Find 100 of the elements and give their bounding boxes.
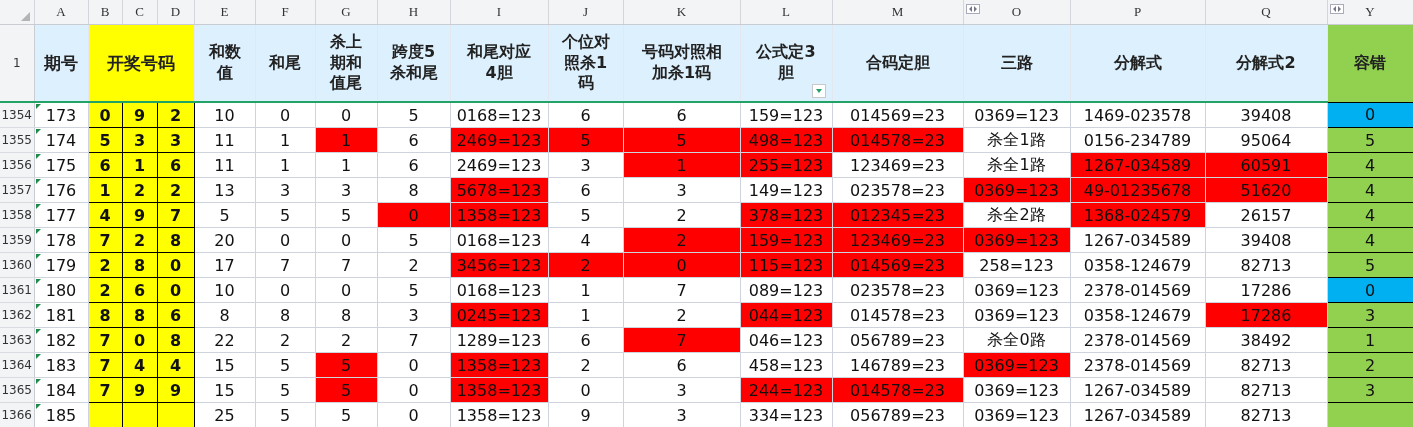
- column-header[interactable]: A: [56, 4, 66, 19]
- column-header[interactable]: J: [582, 4, 589, 19]
- table-cell: 1: [315, 152, 377, 178]
- column-title: 跨度5杀和尾: [389, 42, 438, 84]
- table-cell: 6: [377, 152, 450, 178]
- table-cell: 179: [34, 252, 88, 278]
- column-header[interactable]: O: [1011, 4, 1022, 19]
- column-header[interactable]: M: [891, 4, 904, 19]
- table-cell: 5: [194, 202, 255, 228]
- column-header[interactable]: P: [1133, 4, 1142, 19]
- table-cell: 0: [1327, 102, 1413, 128]
- table-cell: 2: [1327, 352, 1413, 378]
- row-header[interactable]: 1361: [0, 277, 34, 303]
- table-cell: 7: [377, 327, 450, 353]
- table-cell: 3: [1327, 377, 1413, 403]
- row-header[interactable]: 1354: [0, 102, 34, 128]
- column-header[interactable]: H: [408, 4, 419, 19]
- table-cell: 2378-014569: [1070, 352, 1205, 378]
- error-indicator-icon: [35, 129, 41, 134]
- row-header[interactable]: 1363: [0, 327, 34, 353]
- column-header[interactable]: D: [170, 4, 181, 19]
- row-header[interactable]: 1365: [0, 377, 34, 403]
- table-cell: 2: [548, 352, 623, 378]
- column-title: 公式定3胆: [755, 42, 817, 84]
- row-header[interactable]: 1359: [0, 227, 34, 253]
- table-cell: 8: [194, 302, 255, 328]
- table-cell: 174: [34, 127, 88, 153]
- table-cell: 2378-014569: [1070, 327, 1205, 353]
- column-title: 容错: [1327, 24, 1413, 102]
- hidden-columns-icon[interactable]: [965, 4, 980, 14]
- table-cell: 146789=23: [832, 352, 963, 378]
- column-title: 和数值: [208, 42, 241, 84]
- column-header[interactable]: G: [341, 4, 351, 19]
- table-cell: 0: [1327, 277, 1413, 303]
- table-cell: 149=123: [740, 177, 832, 203]
- row-header[interactable]: 1: [0, 24, 34, 102]
- table-cell: 0369=123: [963, 177, 1070, 203]
- table-cell: 1358=123: [450, 377, 548, 403]
- table-cell: 49-01235678: [1070, 177, 1205, 203]
- table-cell: 014578=23: [832, 377, 963, 403]
- table-cell: 244=123: [740, 377, 832, 403]
- table-cell: 182: [34, 327, 88, 353]
- column-title: 分解式: [1113, 52, 1162, 74]
- table-cell: 1: [548, 302, 623, 328]
- table-cell: 255=123: [740, 152, 832, 178]
- error-indicator-icon: [35, 204, 41, 209]
- table-cell: 38492: [1205, 327, 1327, 353]
- table-cell: 39408: [1205, 227, 1327, 253]
- error-indicator-icon: [35, 229, 41, 234]
- table-cell: 1: [623, 152, 740, 178]
- table-cell: 5: [377, 227, 450, 253]
- table-cell: 17: [194, 252, 255, 278]
- table-cell: 6: [548, 327, 623, 353]
- table-cell: 7: [255, 252, 315, 278]
- error-indicator-icon: [35, 354, 41, 359]
- table-cell: 82713: [1205, 352, 1327, 378]
- table-cell: 3: [548, 152, 623, 178]
- column-header[interactable]: I: [496, 4, 502, 19]
- table-cell: 123469=23: [832, 227, 963, 253]
- table-cell: 1267-034589: [1070, 152, 1205, 178]
- error-indicator-icon: [35, 254, 41, 259]
- row-header[interactable]: 1357: [0, 177, 34, 203]
- table-cell: 1: [1327, 327, 1413, 353]
- table-cell: 1358=123: [450, 202, 548, 228]
- column-header[interactable]: B: [100, 4, 110, 19]
- row-header[interactable]: 1355: [0, 127, 34, 153]
- table-cell: 0168=123: [450, 277, 548, 303]
- error-indicator-icon: [35, 304, 41, 309]
- table-cell: 杀全1路: [963, 152, 1070, 178]
- table-cell: 6: [377, 127, 450, 153]
- table-cell: 1267-034589: [1070, 227, 1205, 253]
- table-cell: 17286: [1205, 302, 1327, 328]
- filter-dropdown-icon[interactable]: [811, 84, 826, 98]
- table-cell: 159=123: [740, 227, 832, 253]
- table-cell: 6: [548, 102, 623, 128]
- table-cell: 7: [315, 252, 377, 278]
- table-cell: 0358-124679: [1070, 252, 1205, 278]
- row-header[interactable]: 1358: [0, 202, 34, 228]
- column-header[interactable]: Q: [1261, 4, 1271, 19]
- row-header[interactable]: 1364: [0, 352, 34, 378]
- table-cell: 178: [34, 227, 88, 253]
- column-header[interactable]: Y: [1365, 4, 1375, 19]
- table-cell: 2: [623, 202, 740, 228]
- row-header[interactable]: 1356: [0, 152, 34, 178]
- row-header[interactable]: 1366: [0, 402, 34, 427]
- column-header[interactable]: E: [220, 4, 229, 19]
- table-cell: 3: [623, 177, 740, 203]
- column-header[interactable]: C: [135, 4, 144, 19]
- row-header[interactable]: 1362: [0, 302, 34, 328]
- column-header[interactable]: K: [676, 4, 687, 19]
- table-cell: 3456=123: [450, 252, 548, 278]
- table-cell: 023578=23: [832, 177, 963, 203]
- table-cell: 0245=123: [450, 302, 548, 328]
- table-cell: 5: [548, 202, 623, 228]
- hidden-columns-icon[interactable]: [1329, 4, 1344, 14]
- table-cell: 014569=23: [832, 102, 963, 128]
- column-header[interactable]: L: [782, 4, 790, 19]
- row-header[interactable]: 1360: [0, 252, 34, 278]
- column-header[interactable]: F: [281, 4, 289, 19]
- table-cell: 014578=23: [832, 127, 963, 153]
